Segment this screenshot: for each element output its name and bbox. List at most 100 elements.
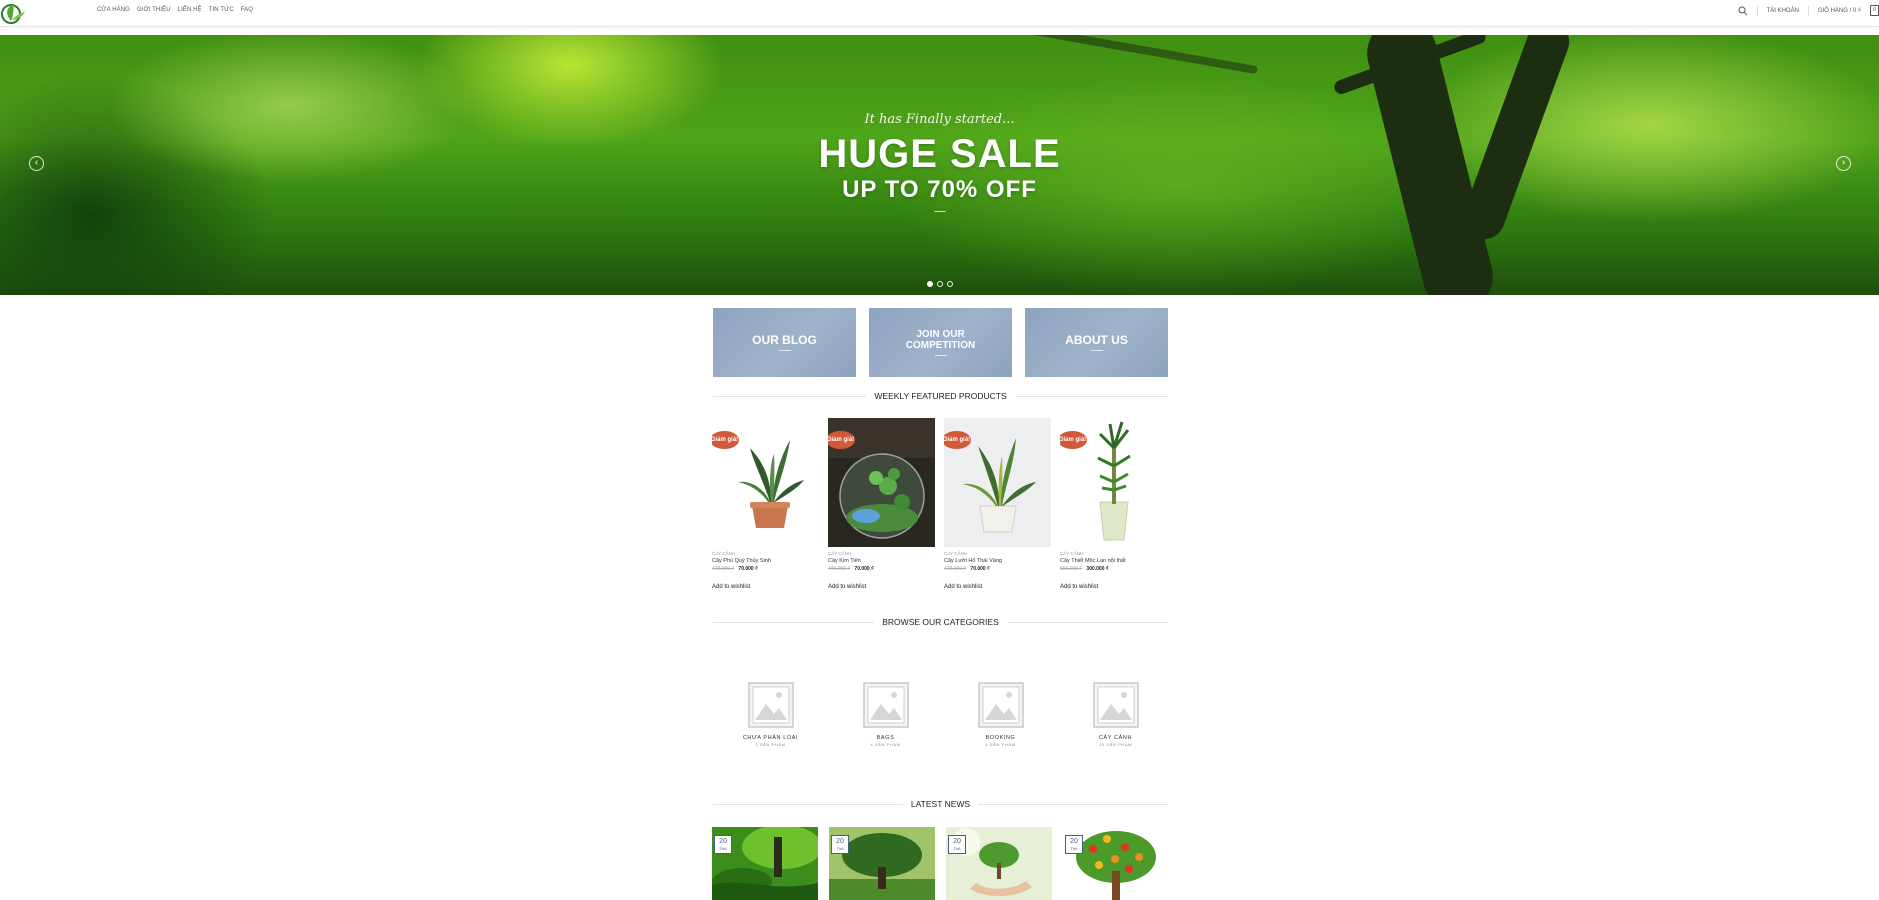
blog-banner-label: OUR BLOG [752,333,817,347]
sale-price: 300.000 ₫ [1086,566,1109,572]
title-rule [1006,621,1168,623]
title-rule [713,621,875,623]
sale-price: 70.000 ₫ [854,566,874,572]
category-count: 15 SẢN PHẨM [1098,742,1133,747]
post-date-badge: 20 Th6 [831,835,849,854]
news-title: LATEST NEWS [910,799,971,809]
title-rule [713,803,903,805]
hero-title: HUGE SALE [818,132,1061,176]
nav-about[interactable]: GIỚI THIỆU [137,7,171,13]
category-name[interactable]: BOOKING [943,735,1058,741]
slider-dot[interactable] [937,281,943,287]
category-name[interactable]: CHƯA PHÂN LOẠI [713,735,828,741]
categories-title: BROWSE OUR CATEGORIES [882,617,999,627]
image-placeholder-icon [862,682,909,728]
banner-divider [778,350,791,351]
add-to-wishlist-link[interactable]: Add to wishlist [944,584,1051,590]
post-date-badge: 20 Th6 [948,835,966,854]
category-name[interactable]: BAGS [828,735,943,741]
product-image[interactable]: Giảm giá! [712,418,819,547]
blog-banner[interactable]: OUR BLOG [713,308,856,377]
product-category[interactable]: CÂY CẢNH [944,551,1051,556]
news-card[interactable]: 20 Th6 [829,827,935,900]
old-price: 650.000 ₫ [1060,566,1083,572]
product-category[interactable]: CÂY CẢNH [712,551,819,556]
category-name[interactable]: CÂY CẢNH [1058,735,1173,741]
product-image[interactable]: Giảm giá! [1060,418,1167,547]
add-to-wishlist-link[interactable]: Add to wishlist [828,584,935,590]
nav-shop[interactable]: CỬA HÀNG [97,7,130,13]
category-card[interactable]: CHƯA PHÂN LOẠI 2 SẢN PHẨM [713,682,828,747]
category-card[interactable]: CÂY CẢNH 15 SẢN PHẨM [1058,682,1173,747]
product-name[interactable]: Cây Kim Tiền [828,558,935,564]
product-grid: Giảm giá! CÂY CẢNH Cây Phú Quý Thủy Sinh… [712,418,1167,590]
image-placeholder-icon [747,682,794,728]
product-category[interactable]: CÂY CẢNH [828,551,935,556]
post-date-badge: 20 Th6 [1065,835,1083,854]
product-price: 650.000 ₫ 300.000 ₫ [1060,566,1167,572]
hero-tagline: It has Finally started... [864,112,1015,127]
slider-dot[interactable] [947,281,953,287]
slider-dots [927,281,953,287]
banner-divider [1090,350,1103,351]
account-link[interactable]: TÀI KHOẢN [1767,8,1799,14]
product-price: 440.000 ₫ 70.000 ₫ [828,566,935,572]
product-category[interactable]: CÂY CẢNH [1060,551,1167,556]
old-price: 449.000 ₫ [944,566,967,572]
slider-dot[interactable] [927,281,933,287]
post-day: 20 [836,838,844,845]
search-icon[interactable] [1738,6,1748,16]
nav-news[interactable]: TIN TỨC [209,7,234,13]
post-month: Th6 [719,846,727,851]
post-month: Th6 [953,846,961,851]
post-month: Th6 [836,846,844,851]
categories-section-title: BROWSE OUR CATEGORIES [713,616,1168,628]
category-grid: CHƯA PHÂN LOẠI 2 SẢN PHẨM BAGS 4 SẢN PHẨ… [713,682,1173,747]
add-to-wishlist-link[interactable]: Add to wishlist [1060,584,1167,590]
image-placeholder-icon [977,682,1024,728]
category-count: 2 SẢN PHẨM [755,742,786,747]
main-nav: CỬA HÀNG GIỚI THIỆU LIÊN HỆ TIN TỨC FAQ [97,7,253,13]
product-card[interactable]: Giảm giá! CÂY CẢNH Cây Thiết Mộc Lan nội… [1060,418,1167,590]
news-grid: 20 Th6 20 Th6 20 Th6 20 Th6 [712,827,1169,900]
product-card[interactable]: Giảm giá! CÂY CẢNH Cây Phú Quý Thủy Sinh… [712,418,819,590]
product-name[interactable]: Cây Thiết Mộc Lan nội thất [1060,558,1167,564]
competition-banner[interactable]: JOIN OUR COMPETITION [869,308,1012,377]
product-card[interactable]: Giảm giá! CÂY CẢNH Cây Kim Tiền 440.000 … [828,418,935,590]
product-name[interactable]: Cây Lưỡi Hổ Thái Vàng [944,558,1051,564]
news-card[interactable]: 20 Th6 [712,827,818,900]
hero-content: It has Finally started... HUGE SALE UP T… [0,35,1879,295]
category-card[interactable]: BAGS 4 SẢN PHẨM [828,682,943,747]
nav-faq[interactable]: FAQ [241,7,253,13]
product-image[interactable]: Giảm giá! [944,418,1051,547]
competition-banner-line2: COMPETITION [905,340,976,351]
news-card[interactable]: 20 Th6 [946,827,1052,900]
title-rule [978,803,1169,805]
product-image[interactable]: Giảm giá! [828,418,935,547]
title-rule [1014,395,1168,397]
cart-icon[interactable]: 0 [1870,5,1879,16]
logo-icon[interactable] [0,0,26,25]
post-day: 20 [1070,838,1078,845]
cart-link[interactable]: GIỎ HÀNG / 0 ₫ [1818,8,1861,14]
header-divider [1756,5,1758,16]
category-count: 4 SẢN PHẨM [985,742,1016,747]
slider-next-icon[interactable]: › [1836,156,1851,171]
competition-banner-line1: JOIN OUR [916,329,965,340]
banner-divider [934,355,947,356]
featured-title: WEEKLY FEATURED PRODUCTS [874,391,1007,401]
post-date-badge: 20 Th6 [714,835,732,854]
slider-prev-icon[interactable]: ‹ [29,156,44,171]
about-banner[interactable]: ABOUT US [1025,308,1168,377]
news-card[interactable]: 20 Th6 [1063,827,1169,900]
product-name[interactable]: Cây Phú Quý Thủy Sinh [712,558,819,564]
add-to-wishlist-link[interactable]: Add to wishlist [712,584,819,590]
nav-contact[interactable]: LIÊN HỆ [178,7,202,13]
header-divider [1807,5,1809,16]
category-card[interactable]: BOOKING 4 SẢN PHẨM [943,682,1058,747]
site-header: CỬA HÀNG GIỚI THIỆU LIÊN HỆ TIN TỨC FAQ … [0,0,1879,27]
image-placeholder-icon [1092,682,1139,728]
sale-price: 70.000 ₫ [970,566,990,572]
product-card[interactable]: Giảm giá! CÂY CẢNH Cây Lưỡi Hổ Thái Vàng… [944,418,1051,590]
post-month: Th6 [1070,846,1078,851]
